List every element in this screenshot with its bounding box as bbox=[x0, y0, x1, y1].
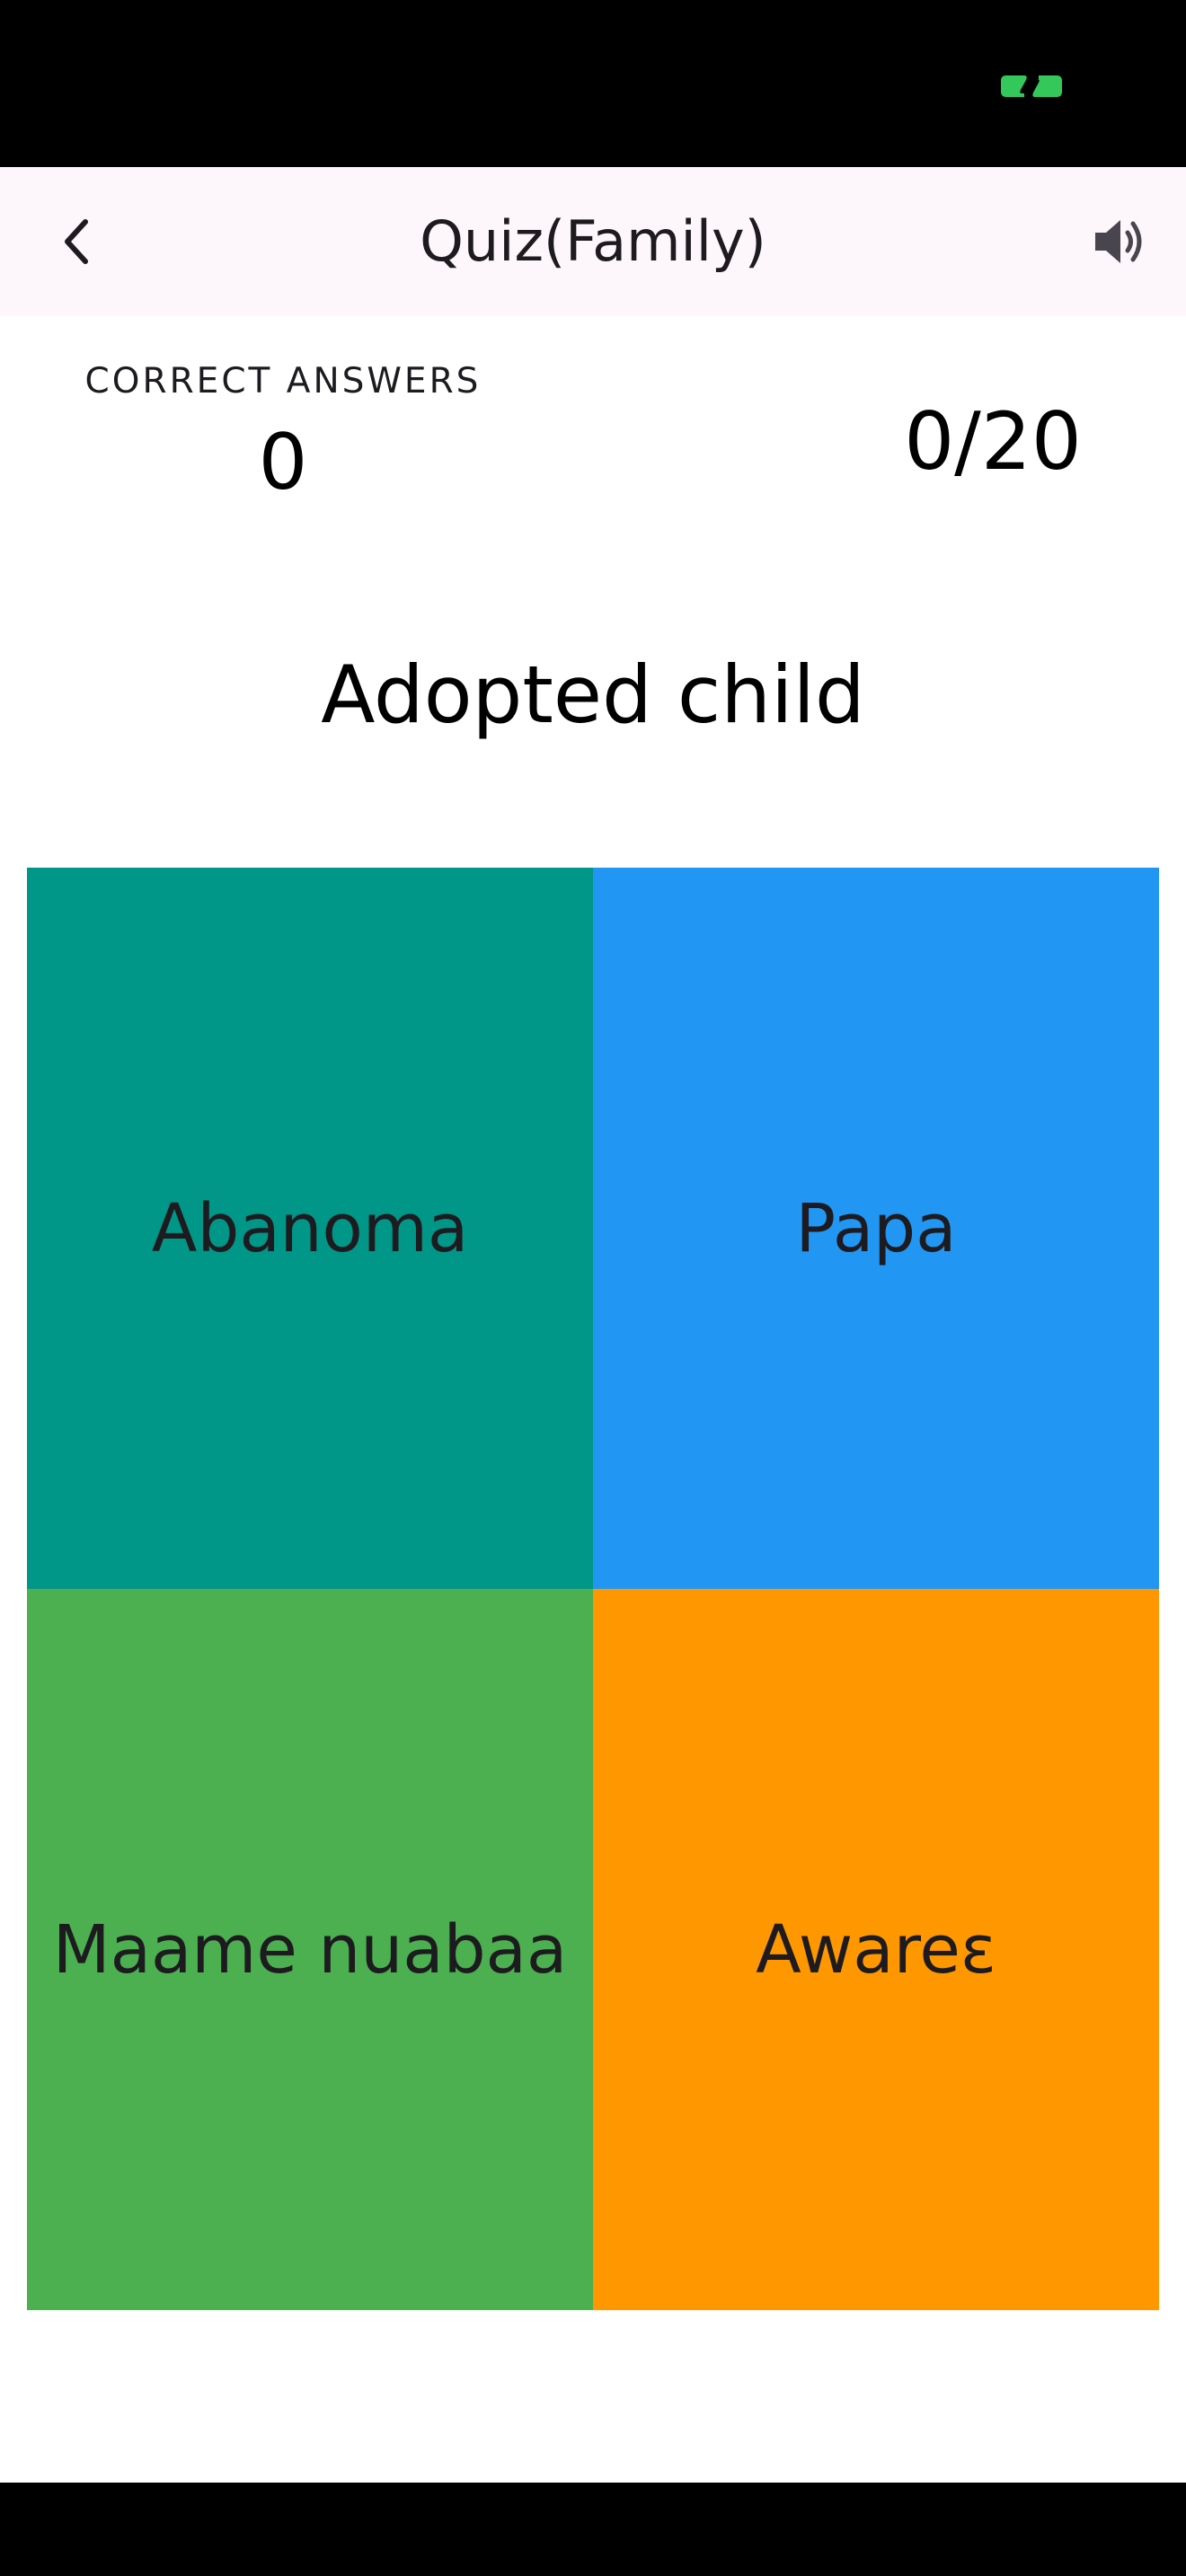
answer-option-3[interactable]: Maame nuabaa bbox=[27, 1589, 593, 2310]
question-text: Adopted child bbox=[321, 648, 865, 741]
correct-answers-label: CORRECT ANSWERS bbox=[84, 361, 482, 401]
answers-grid: Abanoma Papa Maame nuabaa Awareɛ bbox=[27, 868, 1159, 2310]
link-indicator-icon bbox=[1001, 75, 1062, 97]
quiz-screen: Quiz(Family) CORRECT ANSWERS 0 0/20 Adop… bbox=[0, 0, 1186, 2576]
sound-button[interactable] bbox=[1078, 201, 1159, 282]
correct-answers-count: 0 bbox=[258, 418, 308, 507]
answer-option-2[interactable]: Papa bbox=[593, 868, 1159, 1589]
chevron-left-icon bbox=[65, 219, 88, 264]
app-bar: Quiz(Family) bbox=[0, 167, 1186, 316]
status-bar bbox=[0, 0, 1186, 167]
answer-option-4[interactable]: Awareɛ bbox=[593, 1589, 1159, 2310]
answer-option-1[interactable]: Abanoma bbox=[27, 868, 593, 1589]
back-button[interactable] bbox=[36, 201, 117, 282]
navigation-bar bbox=[0, 2483, 1186, 2576]
speaker-icon bbox=[1095, 220, 1142, 263]
question-progress: 0/20 bbox=[904, 395, 1082, 488]
page-title: Quiz(Family) bbox=[420, 208, 766, 274]
